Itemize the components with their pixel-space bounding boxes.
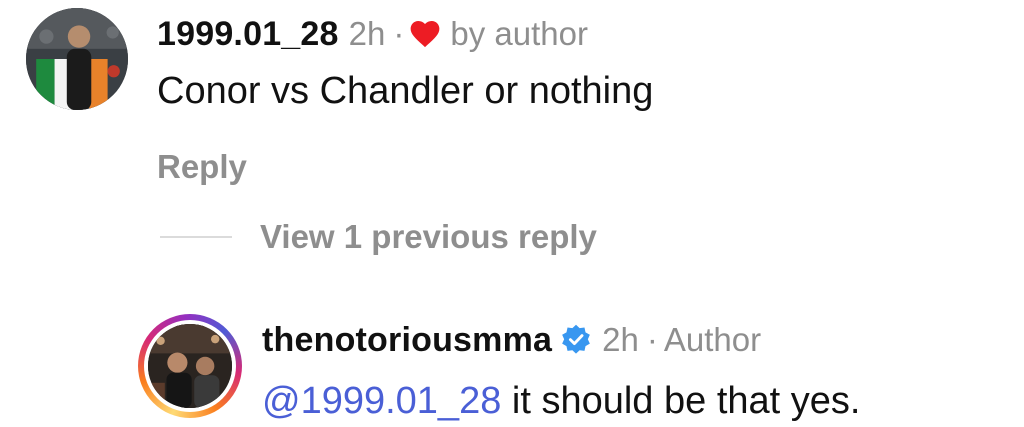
verified-badge-icon <box>562 324 590 354</box>
comment-2-body: it should be that yes. <box>501 380 861 422</box>
comment-1-time: 2h <box>348 15 386 52</box>
heart-icon <box>410 21 440 48</box>
comment-2-meta: thenotoriousmma 2h · Author <box>262 318 761 362</box>
comment-1-username[interactable]: 1999.01_28 <box>157 15 339 54</box>
comment-1-meta: 1999.01_28 2h · by author <box>157 12 588 56</box>
comment-1-text: Conor vs Chandler or nothing <box>157 70 654 112</box>
reply-button[interactable]: Reply <box>157 148 247 186</box>
comment-2-username[interactable]: thenotoriousmma <box>262 321 552 360</box>
avatar-author-story-ring[interactable] <box>138 314 242 418</box>
avatar-author-ring-gap <box>144 320 236 412</box>
avatar-commenter-image <box>26 8 128 110</box>
author-label: Author <box>663 321 762 358</box>
thread-divider-line <box>160 236 232 238</box>
avatar-author-image <box>148 324 232 408</box>
liked-by-author-label: by author <box>450 15 588 52</box>
avatar-author <box>148 324 232 408</box>
avatar-commenter[interactable] <box>26 8 128 110</box>
comment-1: 1999.01_28 2h · by author Conor vs Chand… <box>0 0 1024 200</box>
comment-2-text: @1999.01_28 it should be that yes. <box>262 380 860 423</box>
separator-dot: · <box>393 15 405 52</box>
view-previous-replies-label[interactable]: View 1 previous reply <box>260 218 597 256</box>
mention-link[interactable]: @1999.01_28 <box>262 380 501 422</box>
comment-2-time: 2h <box>602 321 639 358</box>
separator-dot-2: · <box>646 321 658 358</box>
view-previous-replies[interactable]: View 1 previous reply <box>160 215 597 259</box>
